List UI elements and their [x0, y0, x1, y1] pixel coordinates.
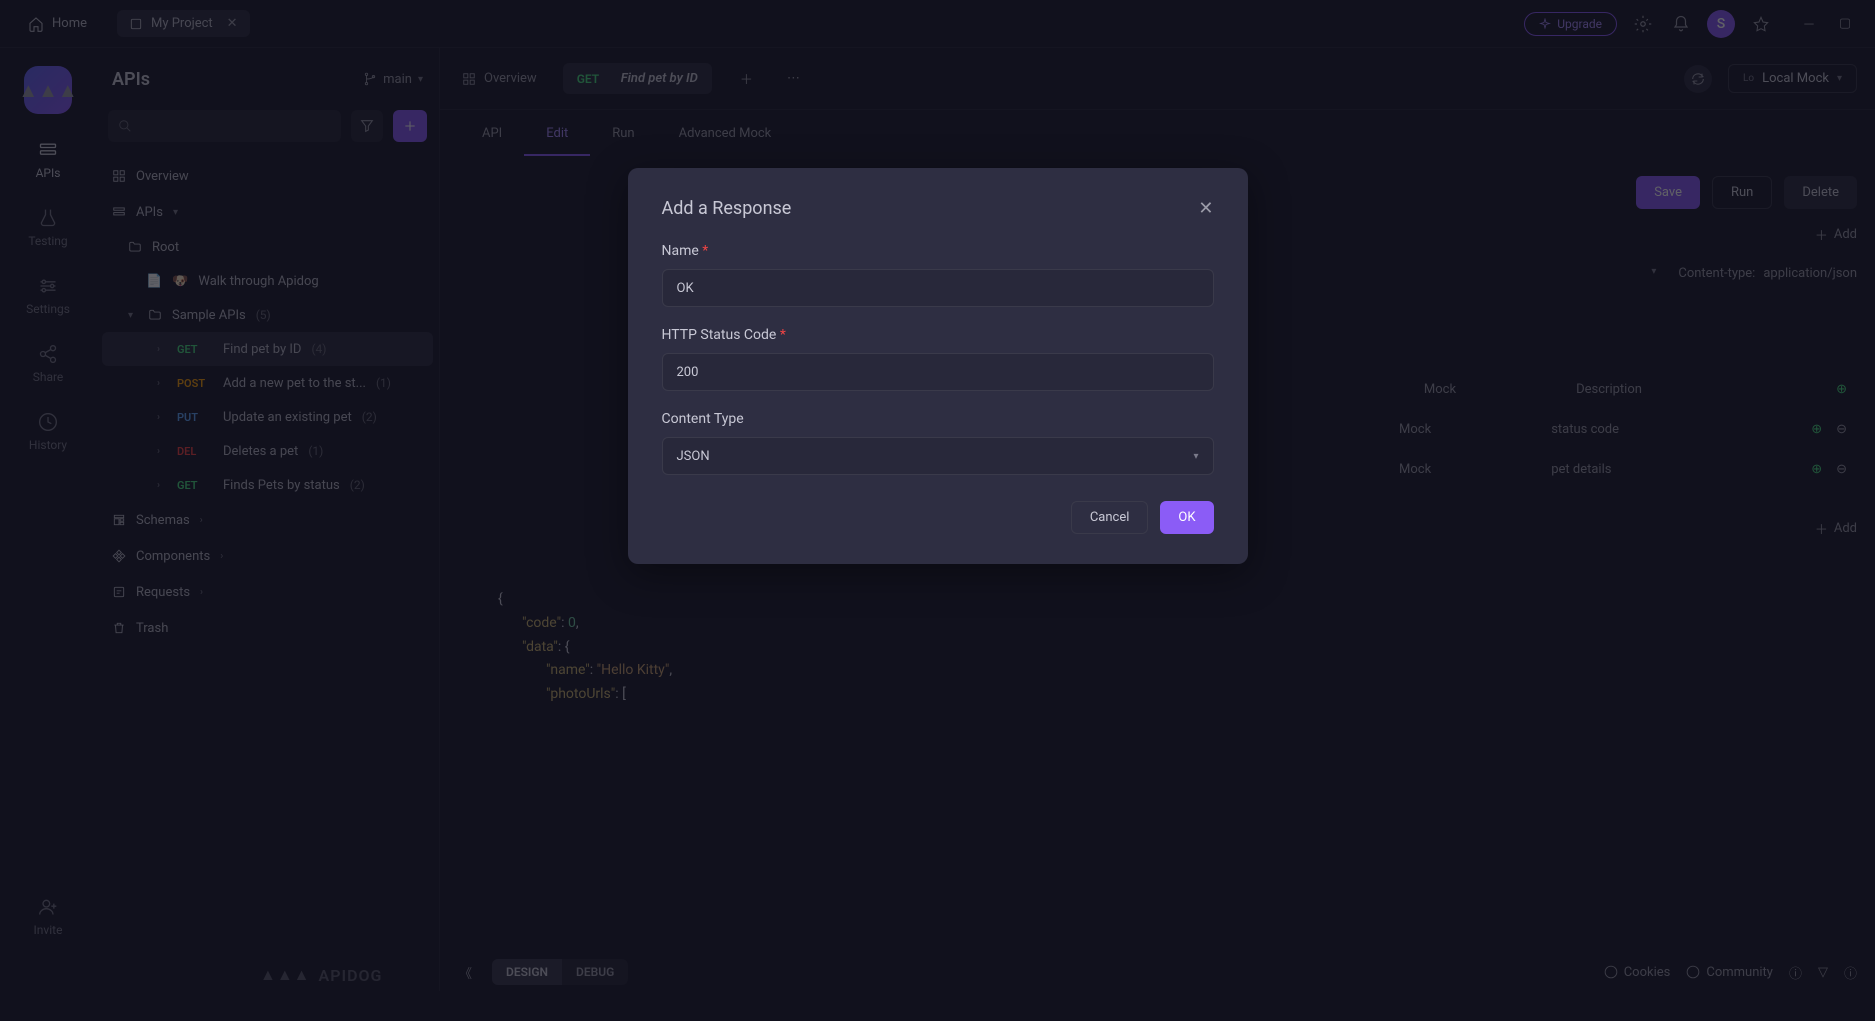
name-label: Name * — [662, 243, 1214, 259]
modal-title-text: Add a Response — [662, 198, 792, 219]
modal-overlay[interactable]: Add a Response ✕ Name * HTTP Status Code… — [0, 0, 1875, 1021]
label-text: Name — [662, 243, 699, 259]
label-text: HTTP Status Code — [662, 327, 777, 343]
required-mark: * — [702, 243, 708, 259]
name-input[interactable] — [662, 269, 1214, 307]
code-input[interactable] — [662, 353, 1214, 391]
form-group-name: Name * — [662, 243, 1214, 307]
cancel-button[interactable]: Cancel — [1071, 501, 1149, 534]
type-select[interactable]: JSON ▾ — [662, 437, 1214, 475]
add-response-modal: Add a Response ✕ Name * HTTP Status Code… — [628, 168, 1248, 564]
close-icon[interactable]: ✕ — [1198, 198, 1213, 219]
type-label: Content Type — [662, 411, 1214, 427]
chevron-down-icon: ▾ — [1193, 451, 1198, 462]
form-group-type: Content Type JSON ▾ — [662, 411, 1214, 475]
ok-button[interactable]: OK — [1160, 501, 1213, 534]
required-mark: * — [780, 327, 786, 343]
modal-header: Add a Response ✕ — [662, 198, 1214, 219]
select-value: JSON — [677, 449, 710, 464]
code-label: HTTP Status Code * — [662, 327, 1214, 343]
form-group-code: HTTP Status Code * — [662, 327, 1214, 391]
modal-footer: Cancel OK — [662, 501, 1214, 534]
